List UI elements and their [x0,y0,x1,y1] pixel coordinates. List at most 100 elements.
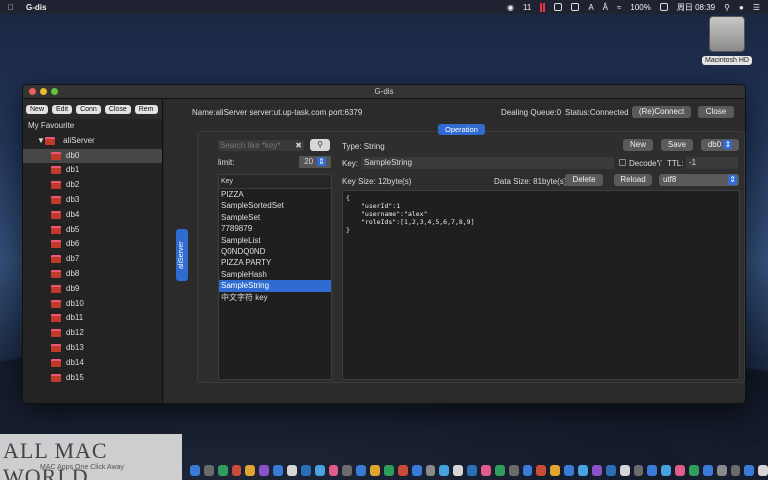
dock-app-icon[interactable] [425,464,436,476]
dock-app-icon[interactable] [453,464,464,476]
tree-db-item[interactable]: db0 [23,148,162,164]
reload-button[interactable]: Reload [614,174,652,186]
control-center-icon[interactable]: ☰ [753,3,760,12]
key-list-item[interactable]: Q0NDQ0ND [219,246,331,257]
remove-connection-button[interactable]: Rem [134,104,158,114]
dock-app-icon[interactable] [259,464,270,476]
dock-app-icon[interactable] [619,464,630,476]
wifi-icon[interactable]: ≈ [617,3,621,12]
tree-server[interactable]: ▼ aliServer [23,134,162,149]
apple-icon[interactable]:  [8,3,14,12]
connect-button[interactable]: Conn [76,104,101,114]
dock-app-icon[interactable] [397,464,408,476]
search-input[interactable]: Search like *key* ✖ [218,140,304,151]
dock-app-icon[interactable] [231,464,242,476]
dock-app-icon[interactable] [203,464,214,476]
dock-app-icon[interactable] [245,464,256,476]
tab-operation[interactable]: Operation [438,124,485,135]
dock-app-icon[interactable] [591,464,602,476]
tree-db-item[interactable]: db10 [23,297,162,312]
tab-aliserver-side[interactable]: aliServer [176,229,188,281]
key-list-item[interactable]: 7789879 [219,223,331,234]
clear-search-icon[interactable]: ✖ [295,140,302,151]
dock-app-icon[interactable] [356,464,367,476]
tree-db-item[interactable]: db5 [23,223,162,238]
input-source-indicator[interactable]: A [588,3,593,12]
value-editor[interactable]: { "userId":1 "username":"alex" "roleIds"… [342,190,740,380]
desktop-drive[interactable]: Macintosh HD [698,16,756,65]
dock-app-icon[interactable] [494,464,505,476]
siri-icon[interactable]: ● [739,3,744,12]
tree-db-item[interactable]: db15 [23,371,162,386]
dock-app-icon[interactable] [411,464,422,476]
dock-app-icon[interactable] [716,464,727,476]
disclosure-triangle-icon[interactable]: ▼ [37,136,45,145]
dock-app-icon[interactable] [578,464,588,476]
dock-app-icon[interactable] [647,464,658,476]
decode-checkbox[interactable] [619,159,626,166]
delete-button[interactable]: Delete [565,174,603,186]
tree-db-item[interactable]: db4 [23,208,162,223]
tree-db-item[interactable]: db9 [23,282,162,297]
tree-db-item[interactable]: db6 [23,237,162,252]
dock-app-icon[interactable] [688,464,699,476]
tree-db-item[interactable]: db7 [23,252,162,267]
dock-app-icon[interactable] [550,464,561,476]
tree-db-item[interactable]: db14 [23,356,162,371]
key-list-item[interactable]: 中文字符 key [219,292,331,303]
battery-percentage[interactable]: 100% [630,3,650,12]
db-select[interactable]: db0 ⇕ [701,139,739,151]
minimize-window-button[interactable] [40,88,47,95]
chat-icon[interactable]: ◉ [507,3,514,12]
dock-app-icon[interactable] [384,464,394,476]
bluetooth-icon[interactable]: Å [603,3,608,12]
dock-app-icon[interactable] [439,464,450,476]
dock-app-icon[interactable] [758,464,768,476]
tree-db-item[interactable]: db11 [23,311,162,326]
dock-app-icon[interactable] [342,464,353,476]
tree-db-item[interactable]: db12 [23,326,162,341]
tree-db-item[interactable]: db1 [23,163,162,178]
dock-app-icon[interactable] [328,464,339,476]
edit-connection-button[interactable]: Edit [52,104,73,114]
dock-app-icon[interactable] [467,464,478,476]
dock-app-icon[interactable] [661,464,672,476]
dock-app-icon[interactable] [217,464,228,476]
dock-app-icon[interactable] [287,464,297,476]
reconnect-button[interactable]: (Re)Connect [632,106,691,118]
dock-app-icon[interactable] [564,464,575,476]
dock-app-icon[interactable] [730,464,741,476]
key-list-item[interactable]: SampleSet [219,212,331,223]
dock-app-icon[interactable] [675,464,685,476]
limit-stepper[interactable]: 20 ⇕ [299,156,331,168]
dock-app-icon[interactable] [273,464,284,476]
tree-db-item[interactable]: db13 [23,341,162,356]
clock[interactable]: 周日 08:39 [677,2,715,13]
dock-app-icon[interactable] [605,464,616,476]
key-list-item[interactable]: SampleString [219,280,331,292]
dock-app-icon[interactable] [370,464,381,476]
key-list-item[interactable]: SampleSortedSet [219,200,331,211]
encoding-select[interactable]: utf8 ⇕ [659,174,739,186]
search-icon[interactable]: ⚲ [724,3,730,12]
save-button[interactable]: Save [661,139,693,151]
zoom-window-button[interactable] [51,88,58,95]
tree-favourites[interactable]: My Favourite [23,119,162,134]
app-status-icon[interactable] [554,3,563,11]
key-name-field[interactable]: SampleString [361,157,614,169]
stepper-icon[interactable]: ⇕ [317,157,326,166]
tree-db-item[interactable]: db2 [23,178,162,193]
dock-app-icon[interactable] [744,464,755,476]
search-button[interactable]: ⚲ [310,139,330,151]
dock-app-icon[interactable] [314,464,325,476]
display-icon[interactable] [571,3,580,11]
dock-app-icon[interactable] [633,464,644,476]
new-key-button[interactable]: New [623,139,653,151]
new-connection-button[interactable]: New [26,104,49,114]
battery-icon[interactable] [659,3,668,11]
dock-app-icon[interactable] [481,464,491,476]
key-list-item[interactable]: PIZZA [219,189,331,200]
menu-app-name[interactable]: G-dis [26,3,46,12]
key-list-item[interactable]: PIZZA PARTY [219,257,331,268]
dock-app-icon[interactable] [702,464,713,476]
